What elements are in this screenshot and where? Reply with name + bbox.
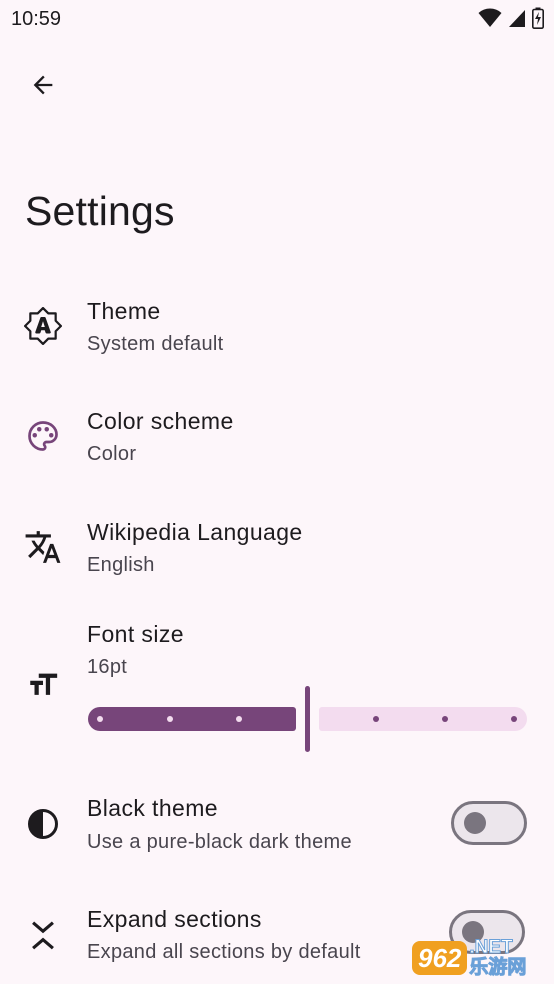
setting-font-size-subtitle: 16pt bbox=[87, 656, 128, 678]
slider-inactive-track bbox=[319, 707, 527, 731]
setting-theme[interactable]: Theme System default bbox=[0, 290, 554, 368]
contrast-icon bbox=[23, 804, 63, 844]
status-bar: 10:59 bbox=[0, 0, 554, 38]
watermark-suffix: .NET bbox=[469, 937, 513, 958]
page-title: Settings bbox=[25, 188, 175, 234]
slider-thumb[interactable] bbox=[305, 686, 310, 752]
setting-theme-subtitle: System default bbox=[87, 333, 224, 355]
black-theme-switch[interactable] bbox=[451, 801, 527, 845]
setting-expand-sections-title: Expand sections bbox=[87, 906, 262, 932]
palette-icon bbox=[23, 416, 63, 456]
slider-tick bbox=[97, 716, 103, 722]
watermark-badge: 962 bbox=[412, 941, 468, 975]
back-button[interactable] bbox=[22, 66, 64, 108]
battery-charging-icon bbox=[532, 7, 544, 29]
wifi-icon bbox=[478, 8, 502, 28]
setting-font-size-title: Font size bbox=[87, 621, 184, 647]
setting-theme-title: Theme bbox=[87, 298, 161, 324]
arrow-back-icon bbox=[29, 71, 57, 104]
setting-wikipedia-language-subtitle: English bbox=[87, 554, 155, 576]
status-time: 10:59 bbox=[11, 8, 62, 30]
unfold-icon bbox=[23, 914, 63, 954]
translate-icon bbox=[23, 527, 63, 567]
slider-tick bbox=[373, 716, 379, 722]
setting-wikipedia-language-title: Wikipedia Language bbox=[87, 519, 303, 545]
setting-black-theme-title: Black theme bbox=[87, 795, 218, 821]
cellular-signal-icon bbox=[508, 8, 526, 28]
site-watermark: 962 .NET 乐游网 bbox=[412, 934, 552, 982]
status-icons bbox=[478, 7, 544, 29]
slider-tick bbox=[167, 716, 173, 722]
setting-black-theme-subtitle: Use a pure-black dark theme bbox=[87, 831, 352, 853]
switch-knob bbox=[464, 812, 486, 834]
setting-expand-sections-subtitle: Expand all sections by default bbox=[87, 941, 361, 963]
brightness-auto-icon bbox=[23, 306, 63, 346]
slider-tick bbox=[511, 716, 517, 722]
slider-tick bbox=[442, 716, 448, 722]
setting-color-scheme-subtitle: Color bbox=[87, 443, 137, 465]
slider-tick bbox=[236, 716, 242, 722]
watermark-caption: 乐游网 bbox=[469, 957, 527, 978]
setting-color-scheme[interactable]: Color scheme Color bbox=[0, 400, 554, 478]
setting-wikipedia-language[interactable]: Wikipedia Language English bbox=[0, 511, 554, 589]
slider-active-track bbox=[88, 707, 296, 731]
font-size-slider[interactable] bbox=[88, 686, 528, 752]
text-size-icon bbox=[23, 665, 63, 705]
setting-color-scheme-title: Color scheme bbox=[87, 408, 234, 434]
setting-black-theme[interactable]: Black theme Use a pure-black dark theme bbox=[0, 788, 554, 866]
